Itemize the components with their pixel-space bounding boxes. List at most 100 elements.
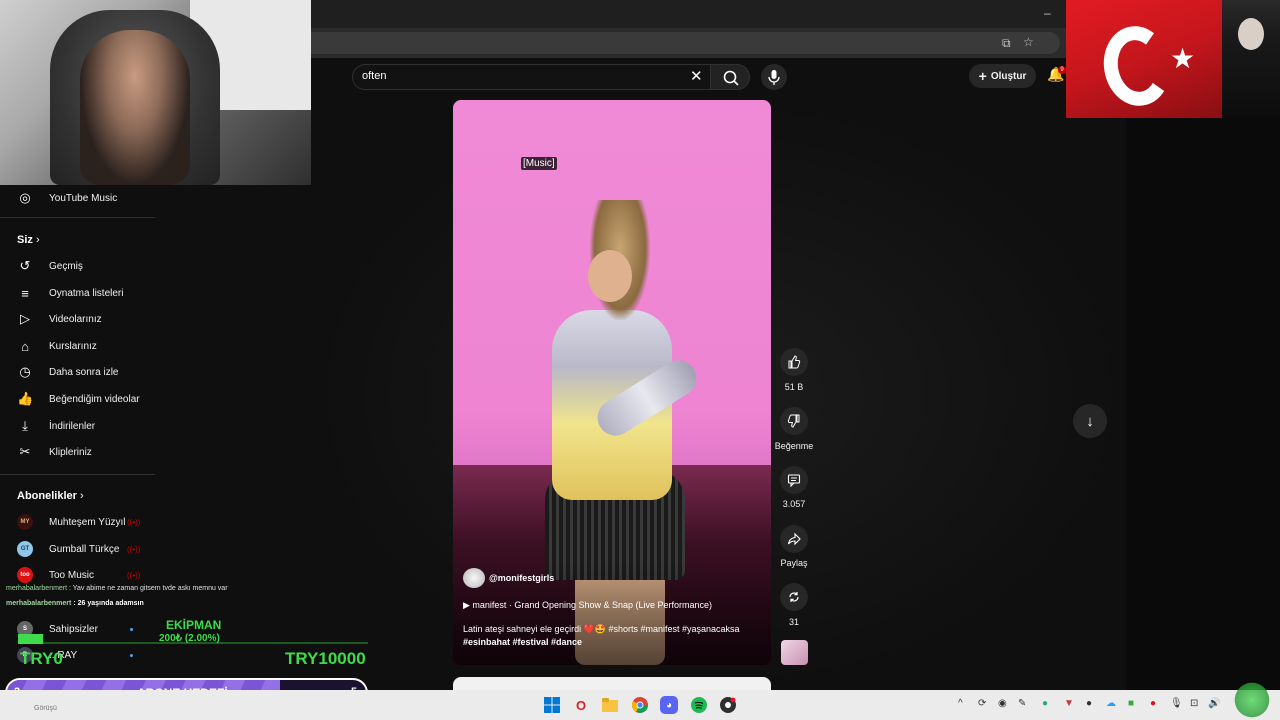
sidebar-item-courses[interactable]: ⌂ Kurslarınız bbox=[0, 333, 155, 359]
tray-network-icon[interactable]: ⊡ bbox=[1190, 698, 1198, 709]
thumbs-down-icon bbox=[787, 414, 800, 428]
sidebar-item-label: Muhteşem Yüzyıl bbox=[49, 516, 126, 528]
remix-icon bbox=[789, 592, 799, 602]
sidebar-item-your-videos[interactable]: ▷ Videolarınız bbox=[0, 306, 155, 332]
sidebar-section-you[interactable]: Siz › bbox=[17, 234, 40, 246]
right-blank-panel bbox=[1126, 118, 1280, 690]
sidebar-item-label: Kurslarınız bbox=[49, 340, 97, 352]
tray-pen-icon[interactable]: ✎ bbox=[1018, 698, 1026, 709]
microphone-icon bbox=[768, 70, 780, 85]
live-icon: ((•)) bbox=[127, 570, 141, 580]
music-link[interactable]: ▶ manifest · Grand Opening Show & Snap (… bbox=[463, 600, 712, 611]
remix-count: 31 bbox=[788, 617, 799, 627]
sidebar-sub-gumball-turkce[interactable]: GT Gumball Türkçe ((•)) bbox=[0, 536, 155, 562]
live-icon: ((•)) bbox=[127, 544, 141, 554]
sidebar-divider bbox=[0, 217, 155, 218]
sidebar-item-downloads[interactable]: ⤓ İndirilenler bbox=[0, 413, 155, 439]
file-explorer-icon[interactable] bbox=[601, 696, 619, 714]
sidebar-item-history[interactable]: ↺ Geçmiş bbox=[0, 253, 155, 279]
section-title: Abonelikler bbox=[17, 490, 77, 502]
sidebar-item-label: Videolarınız bbox=[49, 313, 102, 325]
share-icon bbox=[787, 532, 801, 546]
create-button[interactable]: + Oluştur bbox=[969, 64, 1036, 88]
tray-github-icon[interactable]: ● bbox=[1086, 698, 1092, 709]
chat-message: merhabalarbenmert : 26 yaşında adamsın bbox=[6, 600, 144, 607]
tray-cloud-icon[interactable]: ☁ bbox=[1106, 698, 1116, 709]
tray-antivirus-icon[interactable]: ▼ bbox=[1064, 698, 1074, 709]
tray-volume-icon[interactable]: 🔊 bbox=[1208, 698, 1220, 709]
comments-button[interactable] bbox=[780, 466, 808, 494]
sidebar-item-label: Sahipsizler bbox=[49, 623, 98, 635]
dislike-button[interactable] bbox=[780, 407, 808, 435]
history-icon: ↺ bbox=[19, 258, 31, 273]
install-app-icon[interactable]: ⧉ bbox=[1002, 36, 1011, 51]
chrome-icon[interactable] bbox=[631, 696, 649, 714]
tray-mic-icon[interactable]: 🎙 bbox=[1170, 698, 1183, 709]
sidebar-item-watch-later[interactable]: ◷ Daha sonra izle bbox=[0, 359, 155, 385]
sidebar-item-label: Beğendiğim videolar bbox=[49, 393, 140, 405]
webcam-streamer bbox=[80, 30, 190, 185]
tray-expand-icon[interactable]: ^ bbox=[958, 698, 963, 709]
sidebar-item-label: Too Music bbox=[49, 569, 95, 581]
notification-badge: 9 bbox=[1058, 66, 1066, 74]
search-input[interactable] bbox=[352, 64, 710, 90]
spotify-icon[interactable] bbox=[690, 696, 708, 714]
arrow-down-icon: ↓ bbox=[1086, 412, 1094, 430]
share-button[interactable] bbox=[780, 525, 808, 553]
next-short-button[interactable]: ↓ bbox=[1073, 404, 1107, 438]
performer-face bbox=[588, 250, 632, 302]
address-bar[interactable] bbox=[300, 32, 1060, 54]
minimize-icon[interactable]: – bbox=[1044, 6, 1051, 20]
tray-steam-icon[interactable]: ◉ bbox=[998, 698, 1007, 709]
channel-avatar[interactable] bbox=[463, 568, 485, 588]
sidebar-item-label: İndirilenler bbox=[49, 420, 96, 432]
obs-icon[interactable] bbox=[719, 696, 737, 714]
bookmark-star-icon[interactable]: ☆ bbox=[1023, 35, 1034, 49]
watch-later-icon: ◷ bbox=[19, 364, 31, 379]
sound-thumbnail[interactable] bbox=[781, 640, 808, 665]
sidebar-item-youtube-music[interactable]: ◎ YouTube Music bbox=[0, 185, 155, 211]
sidebar-item-label: YouTube Music bbox=[49, 192, 118, 204]
chevron-right-icon: › bbox=[79, 490, 84, 502]
tray-record-icon[interactable]: ● bbox=[1150, 698, 1156, 709]
voice-search-button[interactable] bbox=[761, 64, 787, 90]
chat-text: : Yav abime ne zaman gitsem tvde askı me… bbox=[69, 585, 228, 592]
sidebar-item-label: Gumball Türkçe bbox=[49, 543, 120, 555]
discord-icon[interactable]: ◕ bbox=[660, 696, 678, 714]
short-description: Latin ateşi sahneyi ele geçirdi ❤️🤩 #sho… bbox=[463, 624, 740, 634]
tray-nvidia-overlay-icon[interactable]: ■ bbox=[1128, 698, 1134, 709]
chevron-right-icon: › bbox=[35, 234, 40, 246]
sidebar-item-playlists[interactable]: ≡ Oynatma listeleri bbox=[0, 280, 155, 306]
sidebar-item-liked-videos[interactable]: 👍 Beğendiğim videolar bbox=[0, 386, 155, 412]
donation-goal-max: TRY10000 bbox=[285, 649, 366, 668]
overlay-corner-decoration bbox=[1232, 680, 1272, 720]
section-title: Siz bbox=[17, 234, 33, 246]
search-query-text: often bbox=[362, 70, 387, 82]
dislike-label: Beğenme bbox=[774, 441, 814, 451]
sidebar-sub-muhtesem-yuzyil[interactable]: MY Muhteşem Yüzyıl ((•)) bbox=[0, 509, 155, 535]
opera-icon[interactable]: O bbox=[572, 696, 590, 714]
portrait-face bbox=[1238, 18, 1264, 50]
sidebar-section-subscriptions[interactable]: Abonelikler › bbox=[17, 490, 84, 502]
avatar: GT bbox=[17, 541, 33, 557]
clear-search-icon[interactable]: ✕ bbox=[690, 67, 703, 85]
search-button[interactable] bbox=[710, 64, 750, 90]
like-button[interactable] bbox=[780, 348, 808, 376]
tray-app-icon[interactable]: ⟳ bbox=[978, 698, 986, 709]
comment-count: 3.057 bbox=[782, 499, 806, 509]
streamer-webcam bbox=[0, 0, 311, 185]
channel-name[interactable]: @monifestgirls bbox=[489, 573, 554, 583]
downloads-icon: ⤓ bbox=[22, 418, 28, 433]
sidebar-item-label: Klipleriniz bbox=[49, 446, 92, 458]
windows-start-icon[interactable] bbox=[543, 696, 561, 714]
taskbar-search-hint[interactable]: Görüşü bbox=[34, 705, 57, 712]
chat-text: : 26 yaşında adamsın bbox=[73, 600, 144, 607]
new-content-dot bbox=[130, 628, 133, 631]
music-title: manifest · Grand Opening Show & Snap (Li… bbox=[472, 600, 713, 610]
remix-button[interactable] bbox=[780, 583, 808, 611]
short-hashtags[interactable]: #esinbahat #festival #dance bbox=[463, 637, 582, 647]
star-icon: ★ bbox=[1170, 43, 1196, 74]
thumbs-up-icon bbox=[788, 355, 801, 369]
tray-nvidia-icon[interactable]: ● bbox=[1042, 698, 1048, 709]
sidebar-item-clips[interactable]: ✂ Klipleriniz bbox=[0, 439, 155, 465]
